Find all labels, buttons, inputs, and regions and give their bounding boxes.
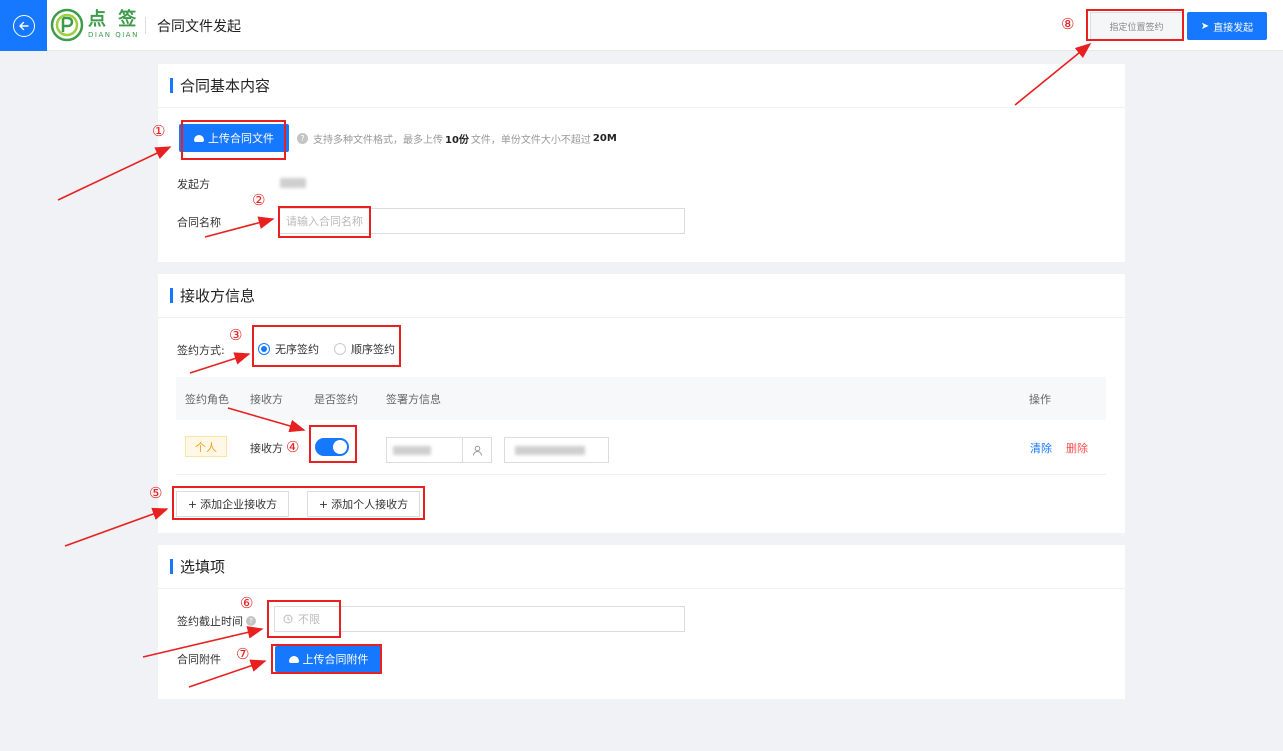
initiator-value-blurred xyxy=(280,178,306,188)
add-company-label: 添加企业接收方 xyxy=(200,498,278,511)
add-person-receiver-button[interactable]: + 添加个人接收方 xyxy=(307,491,420,517)
basic-info-card: 合同基本内容 上传合同文件 ? 支持多种文件格式，最多上传 10份 文件，单份文… xyxy=(158,64,1125,262)
user-icon xyxy=(473,445,482,456)
col-signer-info: 签署方信息 xyxy=(386,393,441,406)
radio-unordered[interactable]: 无序签约 xyxy=(258,341,319,357)
upload-attachment-button[interactable]: 上传合同附件 xyxy=(275,646,382,672)
upload-hint: ? 支持多种文件格式，最多上传 10份 文件，单份文件大小不超过 20M xyxy=(297,131,619,146)
section-bar xyxy=(170,288,173,303)
deadline-picker[interactable]: 不限 xyxy=(274,606,685,632)
role-badge: 个人 xyxy=(185,436,227,457)
clock-icon xyxy=(283,614,293,624)
top-header: 点 签 DIAN QIAN 合同文件发起 指定位置签约 ➤ 直接发起 xyxy=(0,0,1283,51)
receiver-cell: 接收方 xyxy=(250,442,283,455)
arrow-5 xyxy=(64,507,169,547)
row-divider xyxy=(176,474,1106,475)
upload-contract-label: 上传合同文件 xyxy=(208,132,274,145)
col-actions: 操作 xyxy=(1029,393,1051,406)
logo-mark-icon xyxy=(50,8,84,42)
annotation-number-4: ④ xyxy=(286,438,300,456)
help-icon: ? xyxy=(246,616,256,626)
send-icon: ➤ xyxy=(1200,20,1210,32)
receiver-title: 接收方信息 xyxy=(180,287,256,305)
specify-position-button[interactable]: 指定位置签约 xyxy=(1090,12,1183,40)
contact-picker-button[interactable] xyxy=(462,437,492,463)
sign-mode-label: 签约方式: xyxy=(177,344,225,357)
direct-start-button[interactable]: ➤ 直接发起 xyxy=(1187,12,1267,40)
brand-name-en: DIAN QIAN xyxy=(88,31,139,39)
back-arrow-icon xyxy=(12,14,35,37)
deadline-value: 不限 xyxy=(298,613,320,626)
clear-link[interactable]: 清除 xyxy=(1030,440,1052,456)
initiator-label: 发起方 xyxy=(177,178,210,191)
radio-checked-icon xyxy=(258,343,270,355)
optional-title: 选填项 xyxy=(180,558,226,576)
annotation-number-3: ③ xyxy=(229,326,243,344)
receiver-card: 接收方信息 签约方式: 无序签约 顺序签约 签约角色 接收方 是否签约 签署方信… xyxy=(158,274,1125,533)
signer-phone-blurred xyxy=(515,445,585,455)
help-icon: ? xyxy=(297,133,308,144)
contract-name-label: 合同名称 xyxy=(177,216,221,229)
hint-prefix: 支持多种文件格式，最多上传 xyxy=(313,135,443,146)
deadline-label: 签约截止时间 xyxy=(177,615,243,628)
hint-size: 20M xyxy=(592,133,617,144)
annotation-number-6: ⑥ xyxy=(240,594,254,612)
hint-count: 10份 xyxy=(445,135,469,146)
basic-info-title: 合同基本内容 xyxy=(180,77,271,95)
optional-header: 选填项 xyxy=(158,545,1125,589)
cloud-upload-icon xyxy=(288,655,299,663)
page-title: 合同文件发起 xyxy=(157,19,241,35)
deadline-label-wrap: 签约截止时间 ? xyxy=(177,613,256,629)
radio-ordered[interactable]: 顺序签约 xyxy=(334,341,395,357)
attachment-label: 合同附件 xyxy=(177,653,221,666)
add-company-receiver-button[interactable]: + 添加企业接收方 xyxy=(176,491,289,517)
add-person-label: 添加个人接收方 xyxy=(331,498,409,511)
receiver-header: 接收方信息 xyxy=(158,274,1125,318)
col-sign: 是否签约 xyxy=(314,393,358,406)
sign-toggle[interactable] xyxy=(315,438,349,456)
plus-icon: + xyxy=(318,497,329,511)
upload-contract-button[interactable]: 上传合同文件 xyxy=(179,124,289,152)
basic-info-header: 合同基本内容 xyxy=(158,64,1125,108)
optional-card: 选填项 签约截止时间 ? 不限 合同附件 上传合同附件 xyxy=(158,545,1125,699)
annotation-number-2: ② xyxy=(252,191,266,209)
col-role: 签约角色 xyxy=(185,393,229,406)
annotation-number-8: ⑧ xyxy=(1061,15,1075,33)
contract-name-input[interactable]: 请输入合同名称 xyxy=(279,208,685,234)
radio-unchecked-icon xyxy=(334,343,346,355)
delete-link[interactable]: 删除 xyxy=(1066,440,1088,456)
annotation-number-7: ⑦ xyxy=(236,645,250,663)
upload-attachment-label: 上传合同附件 xyxy=(302,653,369,666)
signer-phone-input[interactable] xyxy=(504,437,609,463)
arrow-1 xyxy=(57,146,172,201)
brand-logo: 点 签 DIAN QIAN xyxy=(50,8,139,42)
hint-mid: 文件，单份文件大小不超过 xyxy=(470,135,591,146)
cloud-upload-icon xyxy=(194,134,204,142)
brand-name: 点 签 xyxy=(88,9,140,30)
section-bar xyxy=(170,78,173,93)
section-bar xyxy=(170,559,173,574)
contract-name-placeholder: 请输入合同名称 xyxy=(286,215,363,228)
signer-name-blurred xyxy=(393,445,431,455)
receiver-table-header: 签约角色 接收方 是否签约 签署方信息 操作 xyxy=(176,377,1106,420)
annotation-number-1: ① xyxy=(152,122,166,140)
plus-icon: + xyxy=(187,497,198,511)
header-divider xyxy=(145,17,146,34)
radio-unordered-label: 无序签约 xyxy=(275,343,319,356)
back-button[interactable] xyxy=(0,0,47,51)
annotation-number-5: ⑤ xyxy=(149,484,163,502)
col-receiver: 接收方 xyxy=(250,393,283,406)
radio-ordered-label: 顺序签约 xyxy=(351,343,395,356)
direct-start-label: 直接发起 xyxy=(1213,22,1254,34)
